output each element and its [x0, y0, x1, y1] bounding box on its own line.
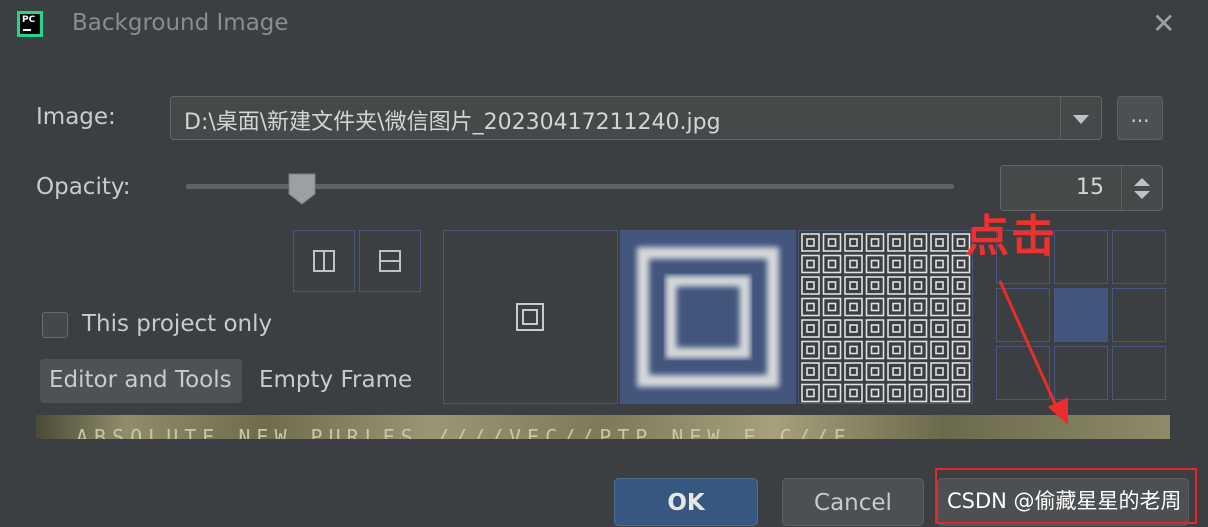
- image-label: Image:: [36, 104, 116, 130]
- flip-vertical-button[interactable]: [359, 230, 421, 292]
- pycharm-logo-icon: PC: [17, 11, 43, 37]
- chevron-down-icon[interactable]: [1073, 115, 1089, 124]
- opacity-value: 15: [1076, 175, 1104, 200]
- spinner-divider: [1121, 166, 1122, 210]
- spinner-down-icon[interactable]: [1134, 191, 1150, 199]
- tab-editor-and-tools[interactable]: Editor and Tools: [40, 359, 242, 403]
- tab-editor-and-tools-label: Editor and Tools: [49, 367, 232, 393]
- annotation-arrow-icon: [998, 280, 1068, 425]
- scale-fill-icon: [637, 247, 779, 387]
- project-only-label[interactable]: This project only: [82, 311, 272, 337]
- app-icon-text: PC: [22, 15, 36, 25]
- browse-button[interactable]: ...: [1117, 96, 1163, 140]
- opacity-slider-thumb[interactable]: [287, 172, 317, 206]
- fill-mode-plain[interactable]: [443, 230, 618, 404]
- tab-empty-frame[interactable]: Empty Frame: [259, 367, 412, 393]
- tile-fill-icon: [801, 233, 971, 403]
- image-path-combobox[interactable]: D:\桌面\新建文件夹\微信图片_20230417211240.jpg: [170, 96, 1102, 140]
- split-vertical-icon: [313, 250, 335, 272]
- anchor-bottom-right[interactable]: [1112, 346, 1166, 400]
- spinner-up-icon[interactable]: [1134, 178, 1150, 186]
- combobox-divider: [1060, 97, 1061, 139]
- fill-mode-scale[interactable]: [620, 230, 796, 404]
- preview-text: ABSOLUTE_NEW PURLES ////VEC//PTP_NEW E C…: [76, 425, 852, 439]
- watermark: CSDN @偷藏星星的老周: [947, 489, 1182, 513]
- project-only-checkbox[interactable]: [42, 312, 68, 338]
- image-path-value: D:\桌面\新建文件夹\微信图片_20230417211240.jpg: [184, 110, 721, 135]
- annotation-text: 点击: [965, 211, 1057, 262]
- close-icon[interactable]: ✕: [1152, 8, 1175, 40]
- anchor-top-right[interactable]: [1112, 230, 1166, 284]
- fill-mode-tile[interactable]: [798, 230, 973, 404]
- flip-horizontal-button[interactable]: [293, 230, 355, 292]
- dialog-title: Background Image: [72, 10, 289, 36]
- split-horizontal-icon: [379, 250, 401, 272]
- opacity-label: Opacity:: [36, 174, 131, 200]
- anchor-middle-right[interactable]: [1112, 288, 1166, 342]
- plain-fill-icon: [516, 303, 544, 331]
